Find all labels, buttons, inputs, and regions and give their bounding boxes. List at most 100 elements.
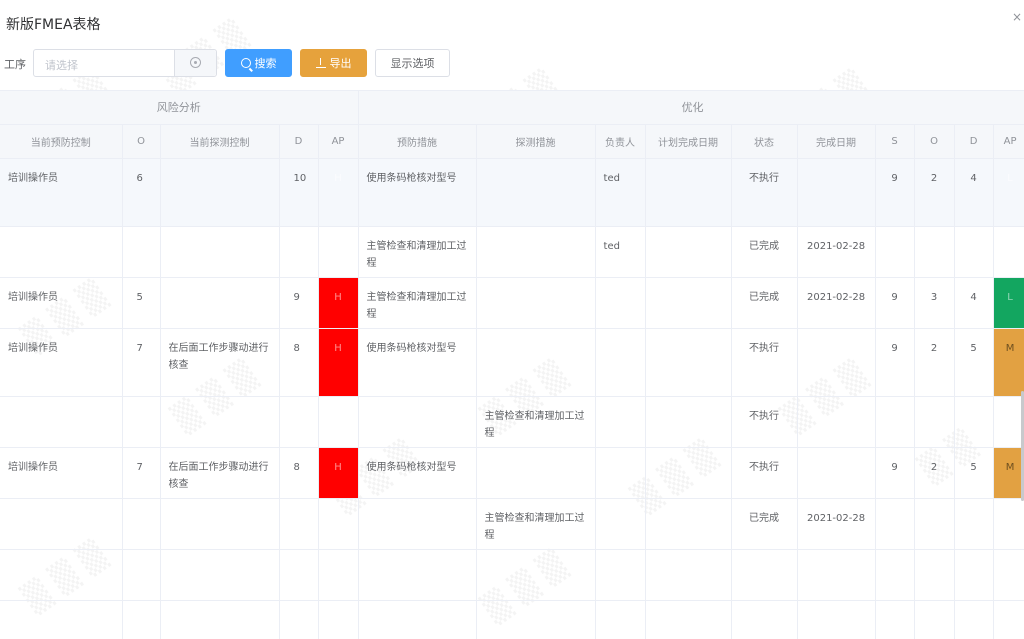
select-addon[interactable] xyxy=(175,50,216,76)
cell-d2[interactable]: 5 xyxy=(954,328,994,397)
cell-prev-ctrl[interactable] xyxy=(0,226,123,278)
cell-prev-action[interactable]: 主管检查和清理加工过程 xyxy=(358,277,477,329)
table-row[interactable]: 培训操作员 7 在后面工作步骤动进行核查 8 H 使用条码枪核对型号 不执行 9… xyxy=(0,447,1024,499)
cell-ap[interactable]: H xyxy=(318,277,359,329)
cell-plan-date[interactable] xyxy=(645,498,732,550)
col-header[interactable]: 预防措施 xyxy=(358,124,477,159)
cell-ap2[interactable] xyxy=(993,226,1024,278)
cell-o2[interactable] xyxy=(914,396,955,448)
cell-ap2[interactable]: M xyxy=(993,447,1024,499)
col-header[interactable]: 当前探测控制 xyxy=(160,124,280,159)
cell-prev-ctrl[interactable] xyxy=(0,498,123,550)
cell-prev-action[interactable]: 使用条码枪核对型号 xyxy=(358,328,477,397)
search-button[interactable]: 搜索 xyxy=(225,49,292,77)
cell-det-ctrl[interactable]: 在后面工作步骤动进行核查 xyxy=(160,447,280,499)
cell-s2[interactable] xyxy=(875,226,915,278)
cell-det-ctrl[interactable]: 在后面工作步骤动进行核查 xyxy=(160,328,280,397)
table-row[interactable]: 主管检查和清理加工过程 已完成 2021-02-28 xyxy=(0,498,1024,550)
cell-done-date[interactable] xyxy=(797,328,876,397)
col-header[interactable]: O xyxy=(914,124,955,159)
table-row[interactable]: 培训操作员 7 在后面工作步骤动进行核查 8 H 使用条码枪核对型号 不执行 9… xyxy=(0,328,1024,397)
cell-det-action[interactable] xyxy=(476,328,596,397)
cell-det-ctrl[interactable] xyxy=(160,158,280,227)
cell-s2[interactable]: 9 xyxy=(875,277,915,329)
cell-ap[interactable]: H xyxy=(318,158,359,227)
cell-prev-action[interactable] xyxy=(358,498,477,550)
cell-d2[interactable] xyxy=(954,226,994,278)
cell-det-ctrl[interactable] xyxy=(160,396,280,448)
cell-o[interactable] xyxy=(122,226,161,278)
cell-plan-date[interactable] xyxy=(645,158,732,227)
process-select[interactable]: 请选择 xyxy=(33,49,217,77)
cell-det-action[interactable] xyxy=(476,447,596,499)
circle-clear-icon[interactable] xyxy=(190,57,201,68)
col-header[interactable]: 当前预防控制 xyxy=(0,124,123,159)
cell-status[interactable]: 已完成 xyxy=(731,498,798,550)
cell-owner[interactable] xyxy=(595,328,646,397)
cell-o2[interactable]: 3 xyxy=(914,277,955,329)
cell-o[interactable]: 5 xyxy=(122,277,161,329)
cell-ap2[interactable]: L xyxy=(993,158,1024,227)
col-header[interactable]: 负责人 xyxy=(595,124,646,159)
cell-status[interactable]: 不执行 xyxy=(731,158,798,227)
export-button[interactable]: 导出 xyxy=(300,49,367,77)
display-options-button[interactable]: 显示选项 xyxy=(375,49,450,77)
table-row[interactable]: 主管检查和清理加工过程 ted 已完成 2021-02-28 xyxy=(0,226,1024,278)
cell-det-action[interactable]: 主管检查和清理加工过程 xyxy=(476,498,596,550)
cell-d2[interactable]: 4 xyxy=(954,158,994,227)
col-header[interactable]: 状态 xyxy=(731,124,798,159)
col-header[interactable]: 探测措施 xyxy=(476,124,596,159)
cell-ap[interactable] xyxy=(318,498,359,550)
cell-plan-date[interactable] xyxy=(645,396,732,448)
cell-det-action[interactable] xyxy=(476,158,596,227)
cell-ap[interactable]: H xyxy=(318,328,359,397)
cell-owner[interactable] xyxy=(595,396,646,448)
cell-owner[interactable] xyxy=(595,498,646,550)
col-header[interactable]: D xyxy=(954,124,994,159)
cell-owner[interactable]: ted xyxy=(595,226,646,278)
cell-plan-date[interactable] xyxy=(645,447,732,499)
cell-ap2[interactable]: L xyxy=(993,277,1024,329)
cell-prev-ctrl[interactable]: 培训操作员 xyxy=(0,158,123,227)
cell-ap[interactable] xyxy=(318,396,359,448)
cell-o2[interactable]: 2 xyxy=(914,447,955,499)
cell-d[interactable] xyxy=(279,226,319,278)
cell-ap[interactable] xyxy=(318,226,359,278)
cell-s2[interactable] xyxy=(875,498,915,550)
col-header[interactable]: 完成日期 xyxy=(797,124,876,159)
cell-s2[interactable]: 9 xyxy=(875,158,915,227)
col-header[interactable]: 计划完成日期 xyxy=(645,124,732,159)
table-row[interactable]: 培训操作员 5 9 H 主管检查和清理加工过程 已完成 2021-02-28 9… xyxy=(0,277,1024,329)
cell-o[interactable]: 6 xyxy=(122,158,161,227)
cell-prev-ctrl[interactable]: 培训操作员 xyxy=(0,328,123,397)
cell-o2[interactable] xyxy=(914,226,955,278)
cell-done-date[interactable]: 2021-02-28 xyxy=(797,498,876,550)
cell-done-date[interactable] xyxy=(797,158,876,227)
close-icon[interactable]: × xyxy=(1012,10,1022,24)
cell-s2[interactable]: 9 xyxy=(875,328,915,397)
cell-d[interactable]: 10 xyxy=(279,158,319,227)
cell-ap2[interactable] xyxy=(993,498,1024,550)
cell-o[interactable] xyxy=(122,498,161,550)
cell-det-action[interactable]: 主管检查和清理加工过程 xyxy=(476,396,596,448)
cell-prev-ctrl[interactable]: 培训操作员 xyxy=(0,447,123,499)
cell-det-ctrl[interactable] xyxy=(160,498,280,550)
col-header[interactable]: D xyxy=(279,124,319,159)
col-header[interactable]: AP xyxy=(318,124,359,159)
cell-s2[interactable] xyxy=(875,396,915,448)
col-header[interactable]: O xyxy=(122,124,161,159)
cell-status[interactable]: 已完成 xyxy=(731,226,798,278)
cell-d2[interactable] xyxy=(954,498,994,550)
cell-done-date[interactable] xyxy=(797,447,876,499)
cell-ap2[interactable]: M xyxy=(993,328,1024,397)
cell-d[interactable]: 9 xyxy=(279,277,319,329)
cell-o2[interactable] xyxy=(914,498,955,550)
cell-prev-action[interactable]: 使用条码枪核对型号 xyxy=(358,447,477,499)
col-header[interactable]: S xyxy=(875,124,915,159)
cell-d[interactable]: 8 xyxy=(279,328,319,397)
cell-det-ctrl[interactable] xyxy=(160,226,280,278)
cell-d[interactable] xyxy=(279,498,319,550)
cell-status[interactable]: 已完成 xyxy=(731,277,798,329)
table-row[interactable]: 培训操作员 6 10 H 使用条码枪核对型号 ted 不执行 9 2 4 L xyxy=(0,158,1024,227)
cell-owner[interactable] xyxy=(595,277,646,329)
